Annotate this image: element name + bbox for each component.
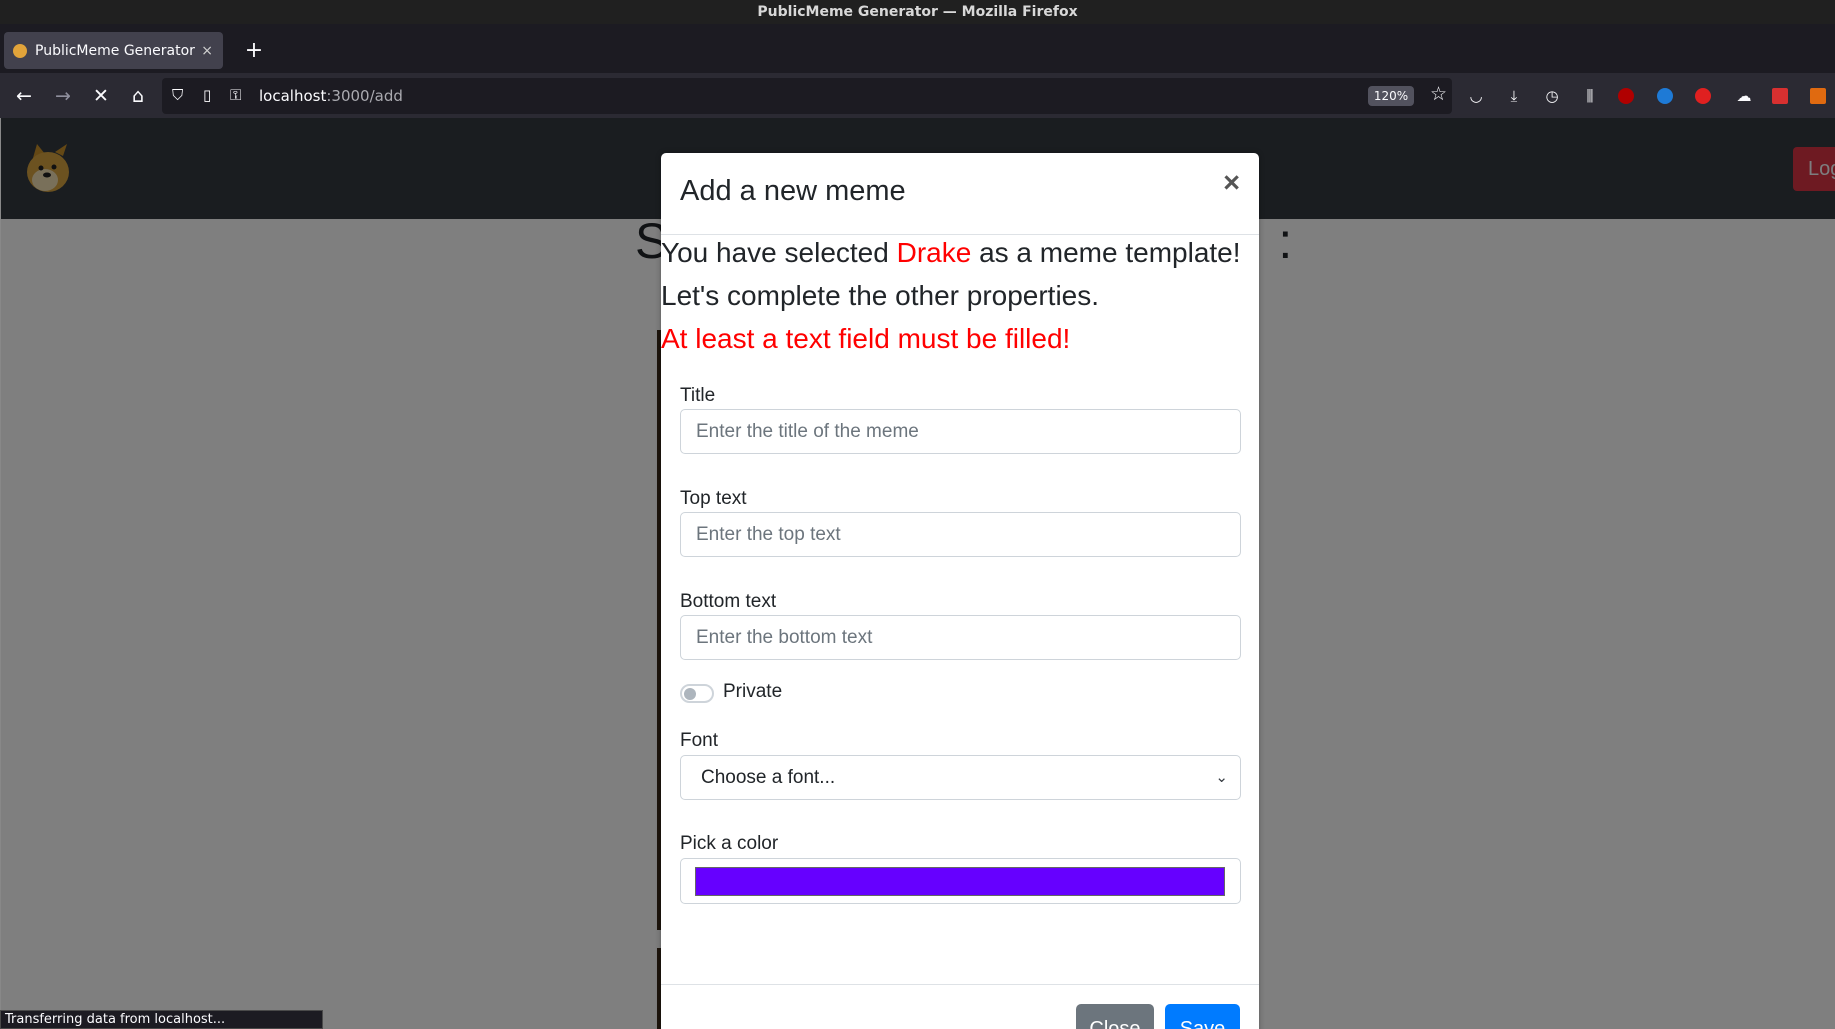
color-picker[interactable]: [680, 858, 1241, 904]
s-extension-icon[interactable]: [1657, 88, 1673, 104]
selected-template-name: Drake: [896, 237, 972, 268]
modal-footer: Close Save: [661, 984, 1259, 1029]
error-message: At least a text field must be filled!: [661, 323, 1071, 354]
close-tab-icon[interactable]: ×: [201, 43, 213, 59]
font-label: Font: [680, 730, 719, 751]
url-bar[interactable]: ⛉ ▯ ⚿ localhost:3000/add 120% ☆: [162, 78, 1452, 114]
pocket-icon[interactable]: ◡: [1465, 85, 1487, 107]
orange-extension-icon[interactable]: [1810, 88, 1826, 104]
forward-icon[interactable]: →: [47, 80, 79, 112]
zoom-badge[interactable]: 120%: [1368, 86, 1414, 106]
window-titlebar: PublicMeme Generator — Mozilla Firefox: [0, 0, 1835, 24]
nav-bar: ← → ✕ ⌂ ⛉ ▯ ⚿ localhost:3000/add 120% ☆ …: [0, 73, 1835, 118]
bottom-text-input[interactable]: Enter the bottom text: [680, 615, 1241, 660]
window-title: PublicMeme Generator — Mozilla Firefox: [757, 4, 1078, 20]
top-text-label: Top text: [680, 488, 747, 509]
home-icon[interactable]: ⌂: [122, 80, 154, 112]
title-input[interactable]: Enter the title of the meme: [680, 409, 1241, 454]
doge-favicon-icon: [13, 43, 27, 58]
browser-tab[interactable]: PublicMeme Generator ×: [4, 32, 223, 69]
stop-icon[interactable]: ✕: [85, 80, 117, 112]
add-meme-modal: Add a new meme × You have selected Drake…: [661, 153, 1259, 1029]
modal-header: Add a new meme ×: [661, 153, 1259, 235]
modal-title: Add a new meme: [680, 175, 906, 207]
bottom-text-label: Bottom text: [680, 591, 777, 612]
page-icon[interactable]: ▯: [203, 86, 211, 104]
chevron-down-icon: ⌄: [1215, 769, 1228, 786]
selected-prefix: You have selected: [661, 237, 897, 268]
font-select[interactable]: Choose a font... ⌄: [680, 755, 1241, 800]
key-icon[interactable]: ⚿: [230, 86, 241, 104]
history-icon[interactable]: ◷: [1541, 85, 1563, 107]
shield-icon[interactable]: ⛉: [172, 86, 183, 104]
download-icon[interactable]: ⤓: [1503, 85, 1525, 107]
font-select-value: Choose a font...: [701, 766, 836, 788]
box-extension-icon[interactable]: [1772, 88, 1788, 104]
private-label[interactable]: Private: [723, 681, 782, 703]
toggle-knob: [684, 688, 696, 700]
status-bar: Transferring data from localhost...: [0, 1010, 323, 1029]
cloud-extension-icon[interactable]: ☁: [1733, 85, 1755, 107]
tab-title: PublicMeme Generator: [35, 42, 195, 59]
ublock-extension-icon[interactable]: [1618, 88, 1634, 104]
save-button[interactable]: Save: [1165, 1004, 1240, 1029]
bookmark-star-icon[interactable]: ☆: [1430, 83, 1447, 105]
selected-template-message: You have selected Drake as a meme templa…: [661, 237, 1241, 269]
red-extension-icon[interactable]: [1695, 88, 1711, 104]
back-icon[interactable]: ←: [8, 80, 40, 112]
complete-properties-message: Let's complete the other properties.: [661, 280, 1100, 311]
selected-suffix: as a meme template!: [971, 237, 1241, 268]
tab-strip: PublicMeme Generator × +: [0, 24, 1835, 73]
url-text[interactable]: localhost:3000/add: [259, 87, 403, 105]
page-viewport: Log S: Add a new meme × You have selecte…: [0, 118, 1835, 1029]
color-swatch[interactable]: [695, 867, 1225, 896]
url-path: :3000/add: [326, 87, 403, 105]
private-toggle[interactable]: [680, 684, 714, 703]
close-button[interactable]: Close: [1076, 1004, 1154, 1029]
color-label: Pick a color: [680, 833, 779, 854]
title-label: Title: [680, 385, 716, 406]
top-text-input[interactable]: Enter the top text: [680, 512, 1241, 557]
library-icon[interactable]: ⫼: [1579, 85, 1601, 107]
url-host: localhost: [259, 87, 327, 105]
new-tab-button[interactable]: +: [238, 34, 270, 66]
close-icon[interactable]: ×: [1223, 169, 1240, 198]
